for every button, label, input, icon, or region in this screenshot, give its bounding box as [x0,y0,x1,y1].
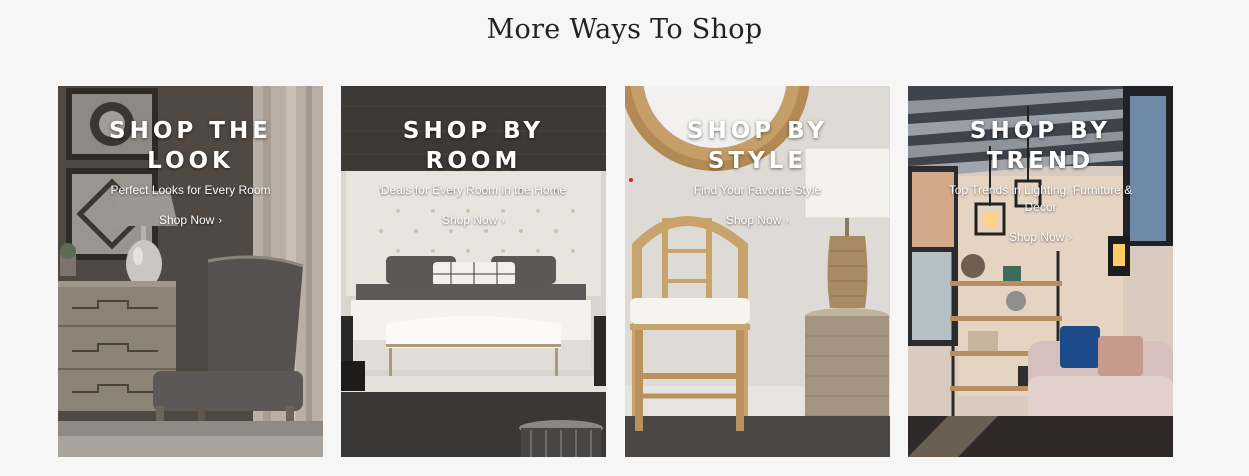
card-title: SHOP BY ROOM [402,118,545,174]
shop-now-link[interactable]: Shop Now › [726,213,789,227]
shop-now-label: Shop Now [1008,230,1065,244]
shop-now-label: Shop Now [441,213,498,227]
card-subtitle: Perfect Looks for Every Room [110,183,271,197]
section-title: More Ways To Shop [486,14,763,45]
chevron-right-icon: › [785,215,790,227]
card-overlay: SHOP THE LOOK Perfect Looks for Every Ro… [58,86,323,229]
card-overlay: SHOP BY TREND Top Trends in Lighting, Fu… [908,86,1173,246]
chevron-right-icon: › [501,215,506,227]
card-overlay: SHOP BY STYLE Find Your Favorite Style S… [625,86,890,229]
shop-now-link[interactable]: Shop Now › [1009,230,1072,244]
shop-now-link[interactable]: Shop Now › [442,213,505,227]
card-subtitle: Deals for Every Room in the Home [380,183,567,197]
chevron-right-icon: › [218,215,223,227]
shop-by-room-card[interactable]: SHOP BY ROOM Deals for Every Room in the… [341,86,606,457]
shop-now-label: Shop Now [725,213,782,227]
shop-now-link[interactable]: Shop Now › [159,213,222,227]
shop-by-trend-card[interactable]: SHOP BY TREND Top Trends in Lighting, Fu… [908,86,1173,457]
card-overlay: SHOP BY ROOM Deals for Every Room in the… [341,86,606,229]
card-subtitle: Find Your Favorite Style [693,183,822,197]
shop-by-style-card[interactable]: SHOP BY STYLE Find Your Favorite Style S… [625,86,890,457]
card-subtitle: Top Trends in Lighting, Furniture & Deco… [948,183,1133,214]
card-title: SHOP BY STYLE [686,118,829,174]
card-title: SHOP THE LOOK [109,118,272,174]
card-title: SHOP BY TREND [969,118,1112,174]
red-dot-indicator [629,178,633,182]
chevron-right-icon: › [1068,232,1073,244]
shop-the-look-card[interactable]: SHOP THE LOOK Perfect Looks for Every Ro… [58,86,323,457]
shop-now-label: Shop Now [158,213,215,227]
